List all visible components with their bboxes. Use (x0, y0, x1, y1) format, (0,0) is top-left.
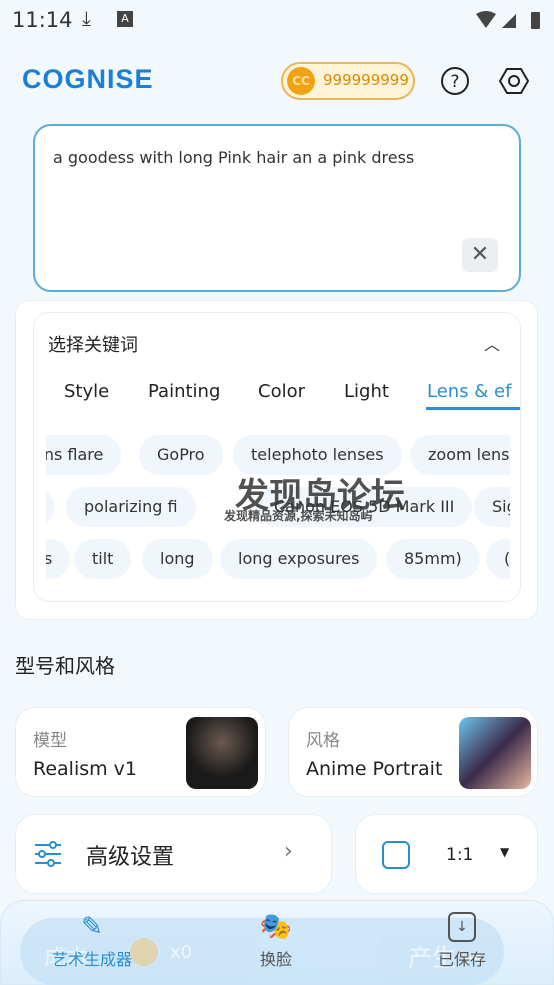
notification-icon: A (117, 11, 133, 27)
theater-masks-icon: 🎭 (259, 912, 293, 942)
model-label: 模型 (33, 731, 67, 751)
save-download-icon: ↓ (448, 912, 476, 942)
style-label: 风格 (306, 731, 340, 751)
keyword-chip[interactable]: long (142, 539, 213, 579)
keyword-chip[interactable]: zoom lens (410, 435, 510, 475)
nav-label: 艺术生成器 (51, 950, 132, 969)
nav-art-generator[interactable]: ✎ 艺术生成器 (30, 912, 154, 970)
settings-icon[interactable] (499, 66, 529, 96)
keyword-chip[interactable]: tilt (74, 539, 132, 579)
aspect-ratio-select[interactable]: 1:1 ▼ (355, 814, 538, 894)
model-value: Realism v1 (33, 758, 138, 780)
prompt-text[interactable]: a goodess with long Pink hair an a pink … (53, 148, 414, 167)
advanced-settings-label: 高级设置 (86, 845, 175, 870)
keyword-chip[interactable]: ens flare (46, 435, 122, 475)
model-thumbnail (186, 717, 258, 789)
question-icon[interactable]: ? (440, 66, 470, 96)
chevron-right-icon: › (284, 839, 293, 864)
nav-label: 换脸 (259, 950, 292, 969)
keyword-chip[interactable]: Sig (474, 487, 510, 527)
download-icon: ⤓ (82, 6, 91, 30)
svg-text:?: ? (450, 72, 459, 92)
style-card[interactable]: 风格 Anime Portrait (288, 707, 538, 797)
keyword-chip[interactable]: s (46, 539, 71, 579)
nav-label: 已保存 (437, 950, 486, 969)
advanced-settings-button[interactable]: 高级设置 › (15, 814, 332, 894)
brush-pencil-icon: ✎ (81, 912, 103, 942)
save-box-icon-wrap: ↓ (412, 912, 512, 946)
keyword-chip[interactable]: ( (486, 539, 510, 579)
caret-down-icon: ▼ (500, 845, 510, 859)
keyword-chip[interactable]: GoPro (139, 435, 223, 475)
app-logo: COGNISE (22, 64, 154, 94)
status-time: 11:14 (12, 8, 73, 32)
keyword-chip[interactable]: long exposures (220, 539, 378, 579)
clear-button[interactable]: ✕ (462, 238, 498, 272)
watermark-subtitle: 发现精品资源,探索未知岛屿 (224, 509, 373, 523)
signal-battery-icon (476, 11, 540, 29)
style-thumbnail (459, 717, 531, 789)
status-bar: 11:14 ⤓ A (0, 0, 554, 40)
style-value: Anime Portrait (306, 758, 443, 780)
prompt-input[interactable]: a goodess with long Pink hair an a pink … (33, 124, 521, 292)
nav-face-swap[interactable]: 🎭 换脸 (226, 912, 326, 970)
nav-saved[interactable]: ↓ 已保存 (412, 912, 512, 970)
coin-count: 999999999 (323, 71, 409, 89)
model-card[interactable]: 模型 Realism v1 (15, 707, 266, 797)
sliders-icon (35, 841, 61, 867)
section-title: 型号和风格 (15, 654, 115, 678)
aspect-ratio-icon (382, 841, 410, 869)
coin-balance[interactable]: CC 999999999 (281, 62, 415, 100)
chip-area: ens flare GoPro telephoto lenses zoom le… (46, 313, 510, 601)
keyword-chip[interactable]: 85mm) (386, 539, 480, 579)
keyword-chip[interactable]: polarizing fi (66, 487, 196, 527)
cost-value: x0 (170, 942, 193, 963)
keywords-panel: 选择关键词 ︿ Style Painting Color Light Lens … (33, 312, 521, 602)
coin-icon: CC (287, 67, 315, 95)
keyword-chip[interactable] (46, 487, 54, 527)
aspect-ratio-value: 1:1 (446, 845, 474, 865)
